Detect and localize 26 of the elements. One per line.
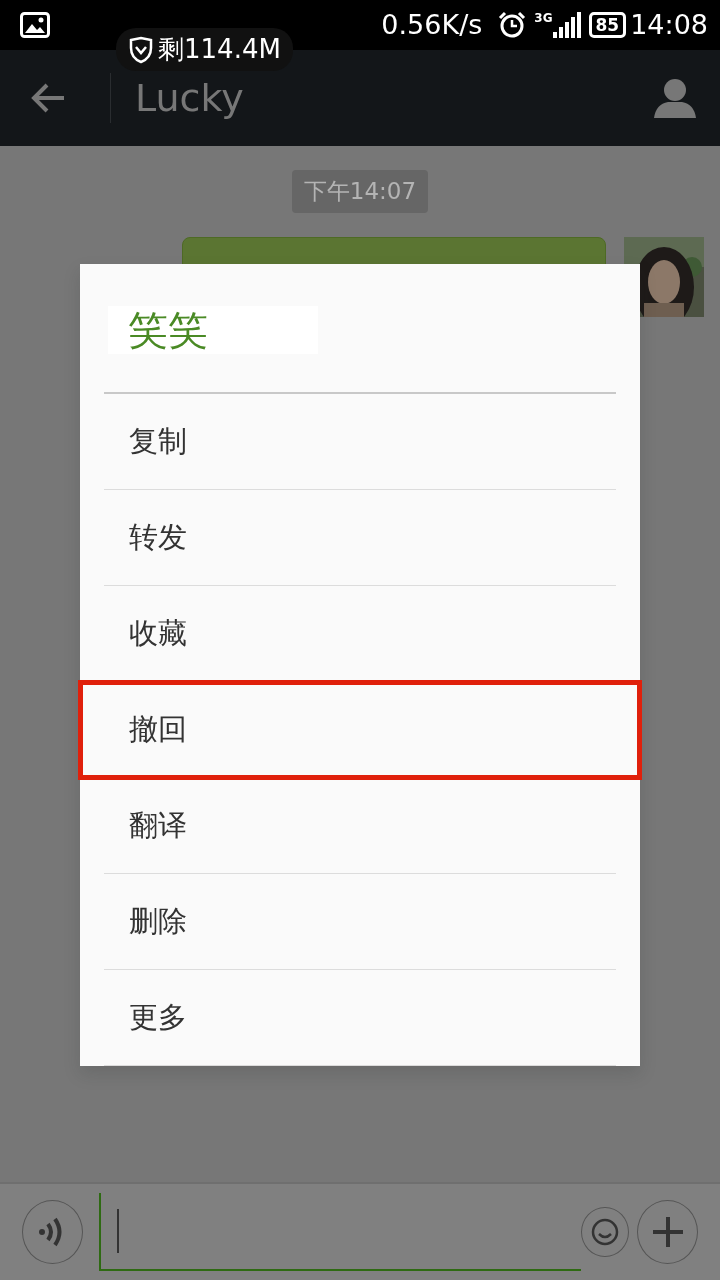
battery-level: 85 <box>588 12 627 38</box>
menu-item[interactable]: 收藏 <box>104 586 616 682</box>
smiley-icon <box>591 1218 620 1246</box>
signal-icon <box>552 12 581 38</box>
menu-item[interactable]: 删除 <box>104 874 616 970</box>
menu-item[interactable]: 复制 <box>104 394 616 490</box>
back-arrow-icon <box>30 82 66 114</box>
network-speed: 0.56K/s <box>381 7 483 42</box>
menu-item[interactable]: 更多 <box>104 970 616 1066</box>
menu-item[interactable]: 撤回 <box>80 682 640 778</box>
back-button[interactable] <box>30 82 66 114</box>
person-icon <box>654 78 696 118</box>
dialog-title: 笑笑 <box>108 306 318 354</box>
menu-item[interactable]: 翻译 <box>104 778 616 874</box>
menu-item[interactable]: 转发 <box>104 490 616 586</box>
gallery-icon <box>20 12 50 38</box>
profile-button[interactable] <box>654 78 696 118</box>
shield-icon <box>128 35 154 64</box>
chat-title: Lucky <box>135 74 245 122</box>
clock: 14:08 <box>630 7 708 42</box>
timestamp: 下午14:07 <box>291 170 429 213</box>
plus-icon <box>650 1215 685 1249</box>
network-type: 3G <box>534 12 553 24</box>
message-input[interactable] <box>99 1193 582 1271</box>
alarm-icon <box>498 11 527 39</box>
data-usage-text: 剩114.4M <box>158 33 281 66</box>
